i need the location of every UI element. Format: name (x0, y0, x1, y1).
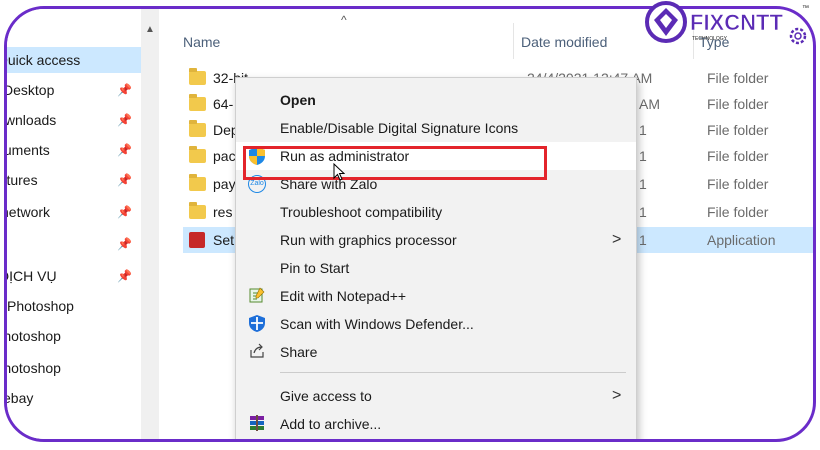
nav-item-label: ebay (7, 390, 34, 406)
pin-icon: 📌 (117, 143, 132, 157)
app-icon (189, 232, 205, 248)
menu-item-label: Open (280, 92, 316, 108)
file-date: AM (639, 96, 660, 112)
nav-item-photoshop[interactable]: Photoshop (7, 293, 141, 319)
mouse-cursor-icon (333, 162, 346, 184)
file-type: File folder (707, 204, 769, 220)
logo-subtext: TECHNOLOGY (692, 36, 728, 42)
menu-item-label: Share (280, 344, 318, 360)
file-date: 1 (639, 148, 647, 164)
file-type: File folder (707, 148, 769, 164)
menu-item-label: Edit with Notepad++ (280, 288, 407, 304)
folder-icon (189, 94, 206, 111)
pin-icon: 📌 (117, 269, 132, 283)
file-date: 1 (639, 232, 647, 248)
nav-item-label: Photoshop (7, 298, 74, 314)
gear-icon (789, 27, 807, 45)
pin-icon: 📌 (117, 173, 132, 187)
column-header-date[interactable]: Date modified (521, 27, 607, 57)
archive-icon (248, 415, 266, 433)
menu-item-partial (236, 438, 636, 439)
nav-item-network[interactable]: network 📌 (7, 199, 141, 225)
file-type: File folder (707, 176, 769, 192)
nav-item-label: Photoshop (7, 328, 61, 344)
nav-item-blank[interactable]: 📌 (7, 231, 141, 257)
menu-item-label: Troubleshoot compatibility (280, 204, 443, 220)
file-date: 1 (639, 122, 647, 138)
pin-icon: 📌 (117, 205, 132, 219)
chevron-right-icon: > (612, 387, 622, 404)
scroll-up-arrow-icon[interactable]: ▲ (141, 21, 159, 39)
file-type: File folder (707, 70, 769, 86)
chevron-right-icon: > (612, 231, 622, 248)
nav-item-dich-vu[interactable]: DỊCH VỤ 📌 (7, 263, 141, 289)
menu-separator (280, 372, 626, 373)
menu-item-give-access[interactable]: Give access to > (236, 382, 636, 410)
file-date: 1 (639, 204, 647, 220)
pin-icon: 📌 (117, 237, 132, 251)
folder-icon (189, 68, 206, 85)
menu-item-notepad[interactable]: Edit with Notepad++ (236, 282, 636, 310)
notepad-icon (248, 287, 266, 305)
context-menu: Open Enable/Disable Digital Signature Ic… (235, 77, 637, 439)
nav-item-label: network (7, 204, 51, 220)
navigation-pane: Quick access Desktop 📌 Downloads 📌 Documen… (7, 9, 143, 439)
file-name: Set (213, 232, 235, 248)
menu-item-run-graphics[interactable]: Run with graphics processor > (236, 226, 636, 254)
menu-item-label: Enable/Disable Digital Signature Icons (280, 120, 519, 136)
defender-icon (248, 315, 266, 333)
file-type: Application (707, 232, 776, 248)
nav-item-photoshop-2[interactable]: Photoshop (7, 323, 141, 349)
nav-scrollbar[interactable] (141, 9, 159, 439)
folder-icon (189, 174, 206, 191)
nav-item-pictures[interactable]: Pictures 📌 (7, 167, 141, 193)
fixcntt-logo: FIXCNTT TECHNOLOGY ™ (642, 0, 818, 48)
share-icon (248, 343, 266, 361)
file-date: 1 (639, 176, 647, 192)
menu-item-label: Pin to Start (280, 260, 350, 276)
nav-item-label: Desktop (7, 82, 55, 98)
logo-text: FIXCNTT (690, 10, 783, 35)
nav-item-photoshop-3[interactable]: Photoshop (7, 355, 141, 381)
menu-item-label: Add to archive... (280, 416, 382, 432)
folder-icon (189, 120, 206, 137)
menu-item-label: Give access to (280, 388, 372, 404)
column-separator[interactable] (513, 23, 514, 59)
pin-icon: 📌 (117, 113, 132, 127)
menu-item-digital-signature[interactable]: Enable/Disable Digital Signature Icons (236, 114, 636, 142)
menu-item-add-archive[interactable]: Add to archive... (236, 410, 636, 438)
file-name: 64- (213, 96, 234, 112)
menu-item-pin-start[interactable]: Pin to Start (236, 254, 636, 282)
nav-item-label: Downloads (7, 112, 57, 128)
nav-item-ebay[interactable]: ebay (7, 385, 141, 411)
nav-item-quick-access[interactable]: Quick access (7, 47, 141, 73)
column-header-name[interactable]: Name (183, 27, 220, 57)
pin-icon: 📌 (117, 83, 132, 97)
menu-item-open[interactable]: Open (236, 86, 636, 114)
folder-icon (189, 146, 206, 163)
nav-item-label: Pictures (7, 172, 38, 188)
folder-icon (189, 202, 206, 219)
nav-item-label: DỊCH VỤ (7, 268, 57, 284)
menu-item-share[interactable]: Share (236, 338, 636, 366)
file-name: pay (213, 176, 236, 192)
sort-ascending-icon: ^ (341, 13, 347, 27)
explorer-window: Quick access Desktop 📌 Downloads 📌 Documen… (4, 6, 816, 442)
menu-item-label: Scan with Windows Defender... (280, 316, 474, 332)
nav-item-documents[interactable]: Documents 📌 (7, 137, 141, 163)
menu-item-label: Run with graphics processor (280, 232, 457, 248)
nav-item-desktop[interactable]: Desktop 📌 (7, 77, 141, 103)
menu-item-defender[interactable]: Scan with Windows Defender... (236, 310, 636, 338)
logo-trademark: ™ (802, 5, 809, 12)
nav-item-label: Photoshop (7, 360, 61, 376)
nav-item-downloads[interactable]: Downloads 📌 (7, 107, 141, 133)
menu-item-troubleshoot[interactable]: Troubleshoot compatibility (236, 198, 636, 226)
highlight-box (243, 146, 547, 180)
nav-item-label: Documents (7, 142, 50, 158)
file-name: pac (213, 148, 236, 164)
file-name: res (213, 204, 233, 220)
file-type: File folder (707, 96, 769, 112)
nav-item-label: Quick access (7, 52, 81, 68)
file-type: File folder (707, 122, 769, 138)
